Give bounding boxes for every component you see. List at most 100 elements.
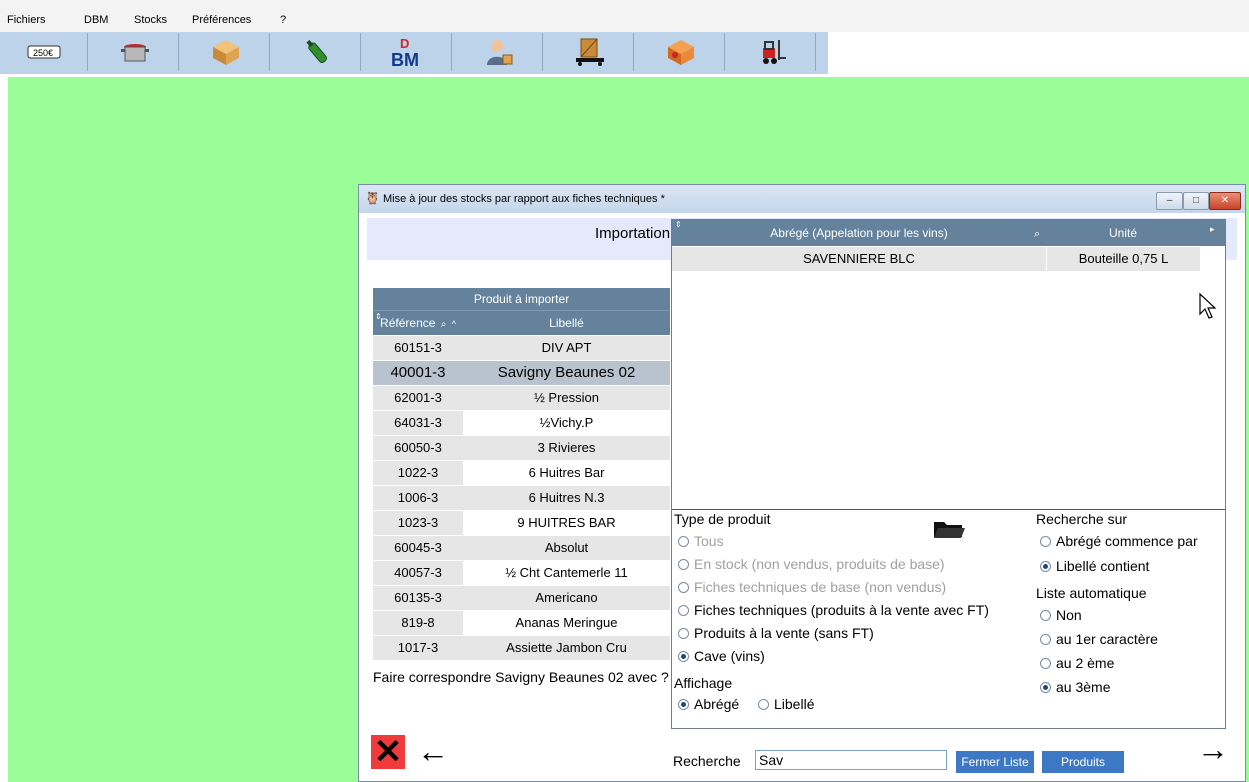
table-column-headers: ⇕ Référence ⌕ ^ Libellé — [373, 310, 670, 335]
package-icon[interactable] — [637, 33, 725, 71]
search-icon: ⌕ — [440, 319, 447, 330]
cancel-button[interactable]: ✕ — [371, 735, 405, 769]
price-tag-icon[interactable]: 250€ — [0, 33, 88, 71]
table-row[interactable]: 60135-3 Americano — [373, 585, 670, 610]
cell-ref: 60045-3 — [373, 536, 463, 560]
option-label: Fiches techniques de base (non vendus) — [694, 579, 947, 595]
radio-icon — [1040, 536, 1051, 547]
type-option-produits-vente[interactable]: Produits à la vente (sans FT) — [678, 625, 874, 641]
match-question: Faire correspondre Savigny Beaunes 02 av… — [373, 669, 669, 685]
radio-icon — [678, 628, 689, 639]
option-label: Produits à la vente (sans FT) — [694, 625, 874, 641]
radio-checked-icon — [1040, 561, 1051, 572]
dbm-logo-icon[interactable]: D BM — [364, 33, 452, 71]
minimize-button[interactable]: – — [1156, 192, 1183, 210]
table-row[interactable]: 60050-3 3 Rivieres — [373, 435, 670, 460]
menu-stocks[interactable]: Stocks — [134, 14, 167, 26]
cell-ref: 40001-3 — [373, 361, 463, 385]
menu-fichiers[interactable]: Fichiers — [7, 14, 46, 26]
cell-label: 6 Huitres N.3 — [463, 486, 670, 510]
affichage-option-libelle[interactable]: Libellé — [758, 696, 814, 712]
cell-label: Ananas Meringue — [463, 611, 670, 635]
table-row[interactable]: 1006-3 6 Huitres N.3 — [373, 485, 670, 510]
cell-ref: 40057-3 — [373, 561, 463, 585]
forklift-icon[interactable] — [728, 33, 816, 71]
table-row[interactable]: 40057-3 ½ Cht Cantemerle 11 — [373, 560, 670, 585]
radio-icon — [1040, 610, 1051, 621]
liste-option-3eme[interactable]: au 3ème — [1040, 679, 1110, 695]
table-row[interactable]: 1022-3 6 Huitres Bar — [373, 460, 670, 485]
svg-text:250€: 250€ — [33, 48, 53, 58]
radio-icon — [678, 559, 689, 570]
popup-column-headers: ⇕ Abrégé (Appelation pour les vins) ⌕ Un… — [672, 220, 1225, 246]
bottle-icon[interactable] — [273, 33, 361, 71]
cell-ref: 1006-3 — [373, 486, 463, 510]
table-row[interactable]: 60045-3 Absolut — [373, 535, 670, 560]
column-unite[interactable]: Unité — [1046, 226, 1200, 240]
type-option-en-stock[interactable]: En stock (non vendus, produits de base) — [678, 556, 945, 572]
product-lookup-popup: ⇕ Abrégé (Appelation pour les vins) ⌕ Un… — [671, 219, 1226, 729]
table-row[interactable]: 64031-3 ½Vichy.P — [373, 410, 670, 435]
box-icon[interactable] — [182, 33, 270, 71]
products-button[interactable]: Produits — [1042, 751, 1124, 773]
menu-preferences[interactable]: Préférences — [192, 14, 251, 26]
table-group-header: Produit à importer — [373, 288, 670, 310]
cell-label: ½ Cht Cantemerle 11 — [463, 561, 670, 585]
search-icon: ⌕ — [1034, 228, 1041, 240]
sort-asc-icon: ^ — [451, 319, 456, 329]
type-title: Type de produit — [674, 511, 771, 527]
option-label: Tous — [694, 533, 724, 549]
type-option-cave[interactable]: Cave (vins) — [678, 648, 765, 664]
search-input[interactable] — [755, 750, 947, 770]
next-arrow-icon[interactable]: → — [1197, 731, 1229, 768]
cell-label: 3 Rivieres — [463, 436, 670, 460]
liste-option-non[interactable]: Non — [1040, 607, 1082, 623]
scroll-right-icon[interactable]: ▸ — [1210, 224, 1215, 235]
popup-row[interactable]: SAVENNIERE BLC Bouteille 0,75 L — [672, 247, 1200, 271]
cooking-pot-icon[interactable] — [91, 33, 179, 71]
close-window-button[interactable]: ✕ — [1209, 192, 1241, 210]
pallet-icon[interactable] — [546, 33, 634, 71]
liste-option-2eme[interactable]: au 2 ème — [1040, 655, 1114, 671]
column-libelle[interactable]: Libellé — [463, 311, 670, 335]
cell-label: Assiette Jambon Cru — [463, 636, 670, 660]
table-row[interactable]: 1023-3 9 HUITRES BAR — [373, 510, 670, 535]
recherche-option-abrege[interactable]: Abrégé commence par — [1040, 533, 1198, 549]
type-option-tous[interactable]: Tous — [678, 533, 724, 549]
close-list-button[interactable]: Fermer Liste — [956, 751, 1034, 773]
recherche-option-libelle[interactable]: Libellé contient — [1040, 558, 1149, 574]
liste-option-1er[interactable]: au 1er caractère — [1040, 631, 1158, 647]
window-icon: 🦉 — [365, 191, 380, 205]
maximize-button[interactable]: □ — [1183, 192, 1209, 210]
type-option-fiches-base[interactable]: Fiches techniques de base (non vendus) — [678, 579, 946, 595]
type-option-fiches-ft[interactable]: Fiches techniques (produits à la vente a… — [678, 602, 989, 618]
radio-checked-icon — [1040, 682, 1051, 693]
cell-label: Americano — [463, 586, 670, 610]
affichage-option-abrege[interactable]: Abrégé — [678, 696, 739, 712]
cell-label: ½ Pression — [463, 386, 670, 410]
window-title-bar[interactable]: 🦉 Mise à jour des stocks par rapport aux… — [359, 185, 1245, 213]
cell-abrege: SAVENNIERE BLC — [672, 247, 1046, 271]
menu-dbm[interactable]: DBM — [84, 14, 108, 26]
table-row-selected[interactable]: 40001-3 Savigny Beaunes 02 — [373, 360, 670, 385]
liste-title: Liste automatique — [1036, 585, 1147, 601]
radio-checked-icon — [678, 699, 689, 710]
menu-help[interactable]: ? — [280, 14, 286, 26]
table-row[interactable]: 1017-3 Assiette Jambon Cru — [373, 635, 670, 660]
table-row[interactable]: 62001-3 ½ Pression — [373, 385, 670, 410]
user-box-icon[interactable] — [455, 33, 543, 71]
column-abrege[interactable]: Abrégé (Appelation pour les vins) — [672, 226, 1046, 240]
table-row[interactable]: 819-8 Ananas Meringue — [373, 610, 670, 635]
cell-label: 6 Huitres Bar — [463, 461, 670, 485]
cell-label: Absolut — [463, 536, 670, 560]
back-arrow-icon[interactable]: ← — [417, 733, 449, 770]
product-table: Produit à importer ⇕ Référence ⌕ ^ Libel… — [373, 288, 670, 660]
folder-icon[interactable] — [932, 518, 966, 540]
radio-checked-icon — [678, 651, 689, 662]
option-label: au 3ème — [1056, 679, 1111, 695]
cell-label: ½Vichy.P — [463, 411, 670, 435]
table-row[interactable]: 60151-3 DIV APT — [373, 335, 670, 360]
column-reference[interactable]: ⇕ Référence ⌕ ^ — [373, 311, 463, 335]
cell-ref: 1017-3 — [373, 636, 463, 660]
recherche-title: Recherche sur — [1036, 511, 1128, 527]
